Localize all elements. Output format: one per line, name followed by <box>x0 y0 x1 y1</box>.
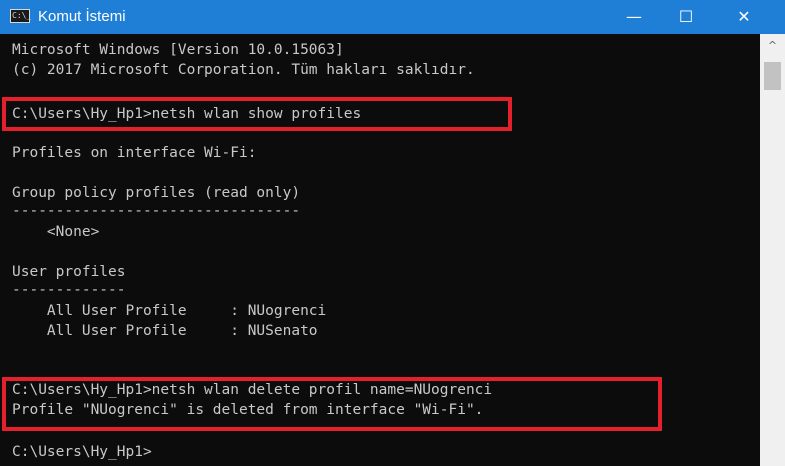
maximize-button[interactable]: ☐ <box>660 0 712 34</box>
console-line-copyright: (c) 2017 Microsoft Corporation. Tüm hakl… <box>12 62 475 78</box>
command-prompt-window: C:\_ Komut İstemi — ☐ ✕ Microsoft Window… <box>0 0 785 466</box>
console-line-group-policy-header: Group policy profiles (read only) <box>12 185 301 201</box>
console-app-icon: C:\_ <box>10 9 31 23</box>
scrollbar-thumb[interactable] <box>764 62 781 90</box>
scroll-up-arrow-icon[interactable]: ^ <box>760 38 785 54</box>
console-line-profile-entry: All User Profile : NUSenato <box>12 323 318 339</box>
minimize-button[interactable]: — <box>608 0 660 34</box>
title-bar[interactable]: C:\_ Komut İstemi — ☐ ✕ <box>0 0 785 34</box>
highlight-box-show-command <box>2 97 512 131</box>
console-line-separator: --------------------------------- <box>12 203 301 219</box>
console-line-version: Microsoft Windows [Version 10.0.15063] <box>12 42 344 58</box>
console-line-none: <None> <box>12 224 100 240</box>
close-button[interactable]: ✕ <box>718 0 770 34</box>
highlight-box-delete-command <box>2 377 662 431</box>
vertical-scrollbar[interactable]: ^ <box>760 34 785 466</box>
console-output[interactable]: Microsoft Windows [Version 10.0.15063] (… <box>0 34 760 466</box>
console-line-interface-header: Profiles on interface Wi-Fi: <box>12 145 257 161</box>
console-line-user-profiles-header: User profiles <box>12 264 126 280</box>
console-line-profile-entry: All User Profile : NUogrenci <box>12 303 327 319</box>
console-line-prompt: C:\Users\Hy_Hp1> <box>12 444 152 460</box>
window-title: Komut İstemi <box>38 8 126 25</box>
console-line-separator: ------------- <box>12 282 126 298</box>
